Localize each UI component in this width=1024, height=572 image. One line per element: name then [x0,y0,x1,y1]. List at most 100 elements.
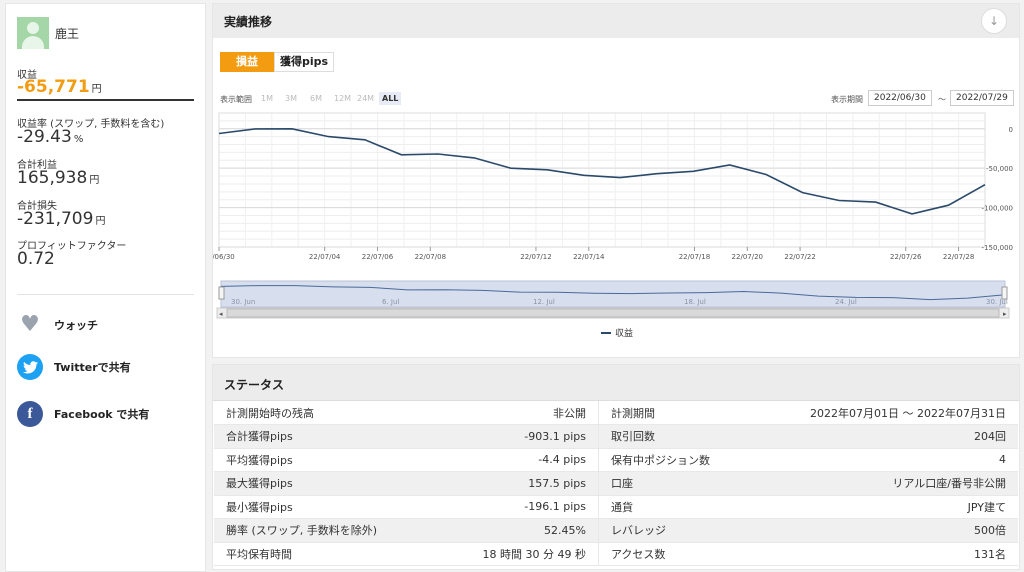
chart-legend[interactable]: 収益 [601,326,633,339]
profit-underline [17,99,194,101]
legend-swatch [601,331,611,334]
y-tick-label: -150,000 [982,244,1013,252]
x-tick-label: 22/07/12 [520,253,551,261]
profile-sidebar: 鹿王 収益 -65,771 円 収益率 (スワップ, 手数料を含む) -29.43… [5,3,206,572]
x-tick-label: 22/07/08 [415,253,446,261]
status-value: 157.5 pips [433,471,599,496]
x-tick-label: 22/07/22 [784,253,815,261]
status-label: レバレッジ [598,518,799,543]
status-row: 最大獲得pips 157.5 pips 口座 リアル口座/番号非公開 [214,471,1018,496]
status-value: リアル口座/番号非公開 [798,471,1018,496]
status-row: 合計獲得pips -903.1 pips 取引回数 204回 [214,424,1018,449]
x-tick-label: 22/07/04 [309,253,341,261]
status-value: 52.45% [433,518,599,543]
status-value: -903.1 pips [433,424,599,449]
status-label: 勝率 (スワップ, 手数料を除外) [214,518,434,543]
total-loss-unit: 円 [95,216,106,227]
status-label: 口座 [598,471,799,496]
navigator-scrollbar-thumb [226,308,1000,318]
status-label: 最大獲得pips [214,471,434,496]
y-tick-label: -100,000 [982,205,1013,213]
status-label: 通貨 [598,495,799,519]
status-value: 非公開 [433,401,599,425]
return-unit: % [73,134,84,145]
status-label: 合計獲得pips [214,424,434,449]
status-label: 平均獲得pips [214,448,434,472]
status-header: ステータス [213,365,1019,401]
status-row: 勝率 (スワップ, 手数料を除外) 52.45% レバレッジ 500倍 [214,518,1018,543]
watch-button[interactable]: ♥ ウォッチ [17,312,98,338]
total-loss-wrap: -231,709 円 [17,209,105,229]
status-label: 平均保有時間 [214,542,434,566]
navigator-handle-left [218,286,225,300]
status-value: JPY建て [798,495,1018,519]
status-value: 18 時間 30 分 49 秒 [433,542,599,566]
y-tick-label: -50,000 [986,165,1013,173]
navigator-date-label: 6. Jul [382,298,399,306]
pf-value: 0.72 [17,249,55,269]
avatar-head [27,22,39,34]
profit-value-wrap: -65,771 円 [17,77,102,97]
performance-chart-panel: 実績推移 ↓ 損益 獲得pips 表示範囲 1M 3M 6M 12M 24M A… [212,3,1020,358]
status-value: -196.1 pips [433,495,599,519]
twitter-label: Twitterで共有 [54,361,131,374]
total-loss-value: -231,709 [17,209,94,229]
status-label: 保有中ポジション数 [598,448,799,472]
return-value-wrap: -29.43% [17,127,83,147]
status-label: アクセス数 [598,542,799,566]
heart-icon: ♥ [20,312,40,337]
avatar-body [22,36,44,49]
sidebar-divider [17,294,194,295]
status-value: 204回 [798,424,1018,449]
x-tick-label: 22/07/06 [362,253,394,261]
status-row: 最小獲得pips -196.1 pips 通貨 JPY建て [214,495,1018,519]
status-value: 131名 [798,542,1018,566]
facebook-f-icon: f [17,401,43,427]
avatar[interactable] [17,17,49,49]
return-value: -29.43 [17,127,72,147]
scroll-left-arrow: ◂ [219,310,223,318]
navigator-handle-right [1001,286,1008,300]
facebook-label: Facebook で共有 [54,408,150,421]
status-value: 4 [798,448,1018,472]
x-tick-label: 22/07/14 [573,253,605,261]
profit-value: -65,771 [17,77,90,97]
navigator-date-label: 24. Jul [835,298,857,306]
status-label: 取引回数 [598,424,799,449]
facebook-share-button[interactable]: f Facebook で共有 [17,401,149,427]
status-row: 計測開始時の残高 非公開 計測期間 2022年07月01日 ～ 2022年07月31日 [214,401,1018,425]
status-row: 平均獲得pips -4.4 pips 保有中ポジション数 4 [214,448,1018,472]
x-tick-label: 22/07/28 [943,253,974,261]
series-line-profit [218,127,986,215]
y-tick-label: 0 [1009,126,1013,134]
status-label: 計測開始時の残高 [214,401,434,425]
profit-line-chart: 0 -50,000 -100,000 -150,000 22/06/30 22/07/04… [213,112,1013,319]
total-gain-unit: 円 [89,175,100,186]
profit-unit: 円 [91,84,102,95]
x-tick-label: 22/06/30 [213,253,235,261]
twitter-bird-icon [17,354,43,380]
status-table: 計測開始時の残高 非公開 計測期間 2022年07月01日 ～ 2022年07月31日… [214,401,1018,566]
scroll-right-arrow: ▸ [1003,310,1007,318]
status-label: 最小獲得pips [214,495,434,519]
total-gain-wrap: 165,938 円 [17,168,99,188]
total-gain-value: 165,938 [17,168,88,188]
status-value: 2022年07月01日 ～ 2022年07月31日 [798,401,1018,425]
x-tick-label: 22/07/20 [732,253,763,261]
username[interactable]: 鹿王 [55,25,79,42]
plot-border [218,112,986,248]
navigator-date-label: 18. Jul [684,298,706,306]
legend-label: 収益 [615,329,634,339]
status-panel: ステータス 計測開始時の残高 非公開 計測期間 2022年07月01日 ～ 2022年… [212,364,1020,570]
navigator-window [220,280,1006,308]
navigator-date-label: 12. Jul [533,298,555,306]
status-value: 500倍 [798,518,1018,543]
watch-label: ウォッチ [54,319,98,332]
status-value: -4.4 pips [433,448,599,472]
status-label: 計測期間 [598,401,799,425]
status-title: ステータス [224,378,285,392]
navigator-date-label: 30. Jun [231,298,255,306]
twitter-bird-svg [22,360,38,373]
x-tick-label: 22/07/18 [679,253,710,261]
twitter-share-button[interactable]: Twitterで共有 [17,354,131,380]
